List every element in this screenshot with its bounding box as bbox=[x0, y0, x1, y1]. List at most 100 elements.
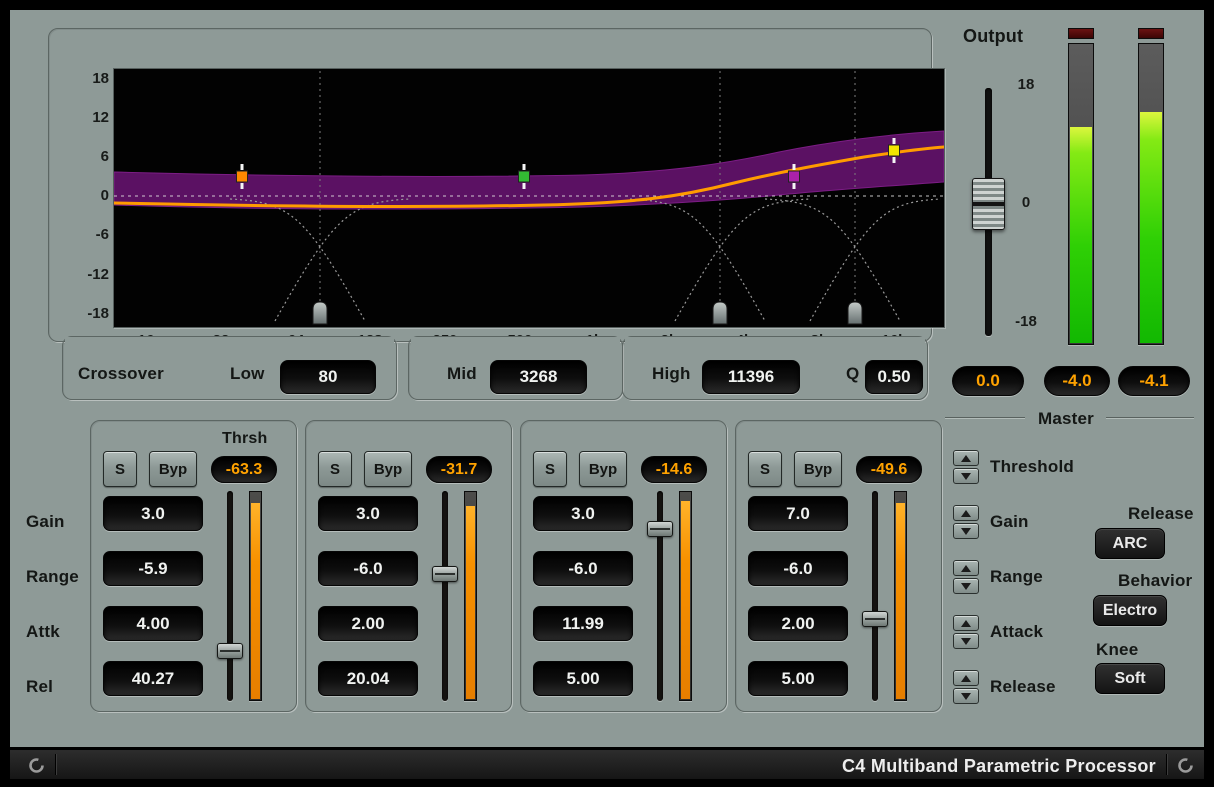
band-4-attack-value[interactable]: 2.00 bbox=[748, 606, 848, 641]
band-3-release-value[interactable]: 5.00 bbox=[533, 661, 633, 696]
slider-track bbox=[442, 491, 448, 701]
crossover-q-value[interactable]: 0.50 bbox=[865, 360, 923, 394]
frequency-response-plot[interactable] bbox=[114, 69, 944, 327]
master-release-stepper-label: Release bbox=[990, 677, 1056, 697]
stepper-up-button[interactable] bbox=[953, 670, 979, 686]
band-2-threshold-handle[interactable] bbox=[432, 566, 458, 582]
y-tick: 6 bbox=[101, 148, 109, 166]
band-1-release-value[interactable]: 40.27 bbox=[103, 661, 203, 696]
attack-row-label: Attk bbox=[26, 622, 60, 642]
stepper-down-button[interactable] bbox=[953, 578, 979, 594]
crossover-low-value[interactable]: 80 bbox=[280, 360, 376, 394]
master-attack-stepper[interactable] bbox=[953, 615, 979, 649]
crossover-section-label: Crossover bbox=[78, 364, 164, 384]
band-2-release-value[interactable]: 20.04 bbox=[318, 661, 418, 696]
fader-scale-tick: -18 bbox=[1006, 313, 1046, 330]
band-4-range-value[interactable]: -6.0 bbox=[748, 551, 848, 586]
crossover-mid-value[interactable]: 3268 bbox=[490, 360, 587, 394]
crossover-high-label: High bbox=[652, 364, 691, 384]
band-1-solo-button[interactable]: S bbox=[103, 451, 137, 487]
band-3-threshold-display[interactable]: -14.6 bbox=[641, 456, 707, 483]
band-4-gain-value[interactable]: 7.0 bbox=[748, 496, 848, 531]
output-gain-readout[interactable]: 0.0 bbox=[952, 366, 1024, 396]
right-meter-clip-led[interactable] bbox=[1138, 28, 1164, 39]
master-gain-stepper[interactable] bbox=[953, 505, 979, 539]
band-1-gain-value[interactable]: 3.0 bbox=[103, 496, 203, 531]
master-threshold-stepper[interactable] bbox=[953, 450, 979, 484]
band-1-threshold-slider[interactable] bbox=[215, 491, 245, 701]
band-2-range-value[interactable]: -6.0 bbox=[318, 551, 418, 586]
band-2-threshold-display[interactable]: -31.7 bbox=[426, 456, 492, 483]
stepper-down-button[interactable] bbox=[953, 468, 979, 484]
release-mode-label: Release bbox=[1128, 504, 1194, 524]
y-tick: -6 bbox=[96, 226, 109, 244]
y-tick: 12 bbox=[92, 109, 109, 127]
band-1-strip: S Byp -63.3 3.0 -5.9 4.00 40.27 bbox=[90, 420, 297, 712]
crossover-high-value[interactable]: 11396 bbox=[702, 360, 800, 394]
band-4-threshold-slider[interactable] bbox=[860, 491, 890, 701]
stepper-up-button[interactable] bbox=[953, 560, 979, 576]
master-range-stepper[interactable] bbox=[953, 560, 979, 594]
knee-label: Knee bbox=[1096, 640, 1138, 660]
band-4-level-meter-fill bbox=[896, 503, 905, 699]
plugin-window: 18 12 6 0 -6 -12 -18 bbox=[0, 0, 1214, 787]
behavior-button[interactable]: Electro bbox=[1093, 595, 1167, 626]
band-2-solo-button[interactable]: S bbox=[318, 451, 352, 487]
crossover-handle-low[interactable] bbox=[313, 302, 327, 324]
stepper-down-button[interactable] bbox=[953, 688, 979, 704]
band-2-gain-value[interactable]: 3.0 bbox=[318, 496, 418, 531]
y-tick: 18 bbox=[92, 70, 109, 88]
stepper-up-button[interactable] bbox=[953, 505, 979, 521]
band-3-range-value[interactable]: -6.0 bbox=[533, 551, 633, 586]
band-1-level-meter-fill bbox=[251, 503, 260, 699]
band-3-threshold-handle[interactable] bbox=[647, 521, 673, 537]
band-2-strip: S Byp -31.7 3.0 -6.0 2.00 20.04 bbox=[305, 420, 512, 712]
band-1-range-value[interactable]: -5.9 bbox=[103, 551, 203, 586]
stepper-up-button[interactable] bbox=[953, 615, 979, 631]
band-3-attack-value[interactable]: 11.99 bbox=[533, 606, 633, 641]
band-4-threshold-handle[interactable] bbox=[862, 611, 888, 627]
band-3-gain-value[interactable]: 3.0 bbox=[533, 496, 633, 531]
band-1-threshold-handle[interactable] bbox=[217, 643, 243, 659]
band-3-level-meter bbox=[679, 491, 692, 701]
stepper-down-button[interactable] bbox=[953, 523, 979, 539]
band-4-bypass-button[interactable]: Byp bbox=[794, 451, 842, 487]
knee-button[interactable]: Soft bbox=[1095, 663, 1165, 694]
band-4-solo-button[interactable]: S bbox=[748, 451, 782, 487]
band-3-threshold-slider[interactable] bbox=[645, 491, 675, 701]
master-divider-right bbox=[1106, 417, 1194, 419]
release-row-label: Rel bbox=[26, 677, 53, 697]
band-2-bypass-button[interactable]: Byp bbox=[364, 451, 412, 487]
crossover-handle-high[interactable] bbox=[848, 302, 862, 324]
slider-track bbox=[227, 491, 233, 701]
crossover-handle-mid[interactable] bbox=[713, 302, 727, 324]
stepper-up-button[interactable] bbox=[953, 450, 979, 466]
release-mode-button[interactable]: ARC bbox=[1095, 528, 1165, 559]
y-tick: -12 bbox=[87, 266, 109, 284]
master-release-stepper[interactable] bbox=[953, 670, 979, 704]
band-3-bypass-button[interactable]: Byp bbox=[579, 451, 627, 487]
band-2-threshold-slider[interactable] bbox=[430, 491, 460, 701]
stepper-down-button[interactable] bbox=[953, 633, 979, 649]
right-meter-readout[interactable]: -4.1 bbox=[1118, 366, 1190, 396]
left-meter-readout[interactable]: -4.0 bbox=[1044, 366, 1110, 396]
bottom-toolbar: C4 Multiband Parametric Processor bbox=[10, 749, 1204, 780]
band-1-level-meter bbox=[249, 491, 262, 701]
master-divider-left bbox=[945, 417, 1025, 419]
band-1-attack-value[interactable]: 4.00 bbox=[103, 606, 203, 641]
left-meter-clip-led[interactable] bbox=[1068, 28, 1094, 39]
band-4-release-value[interactable]: 5.00 bbox=[748, 661, 848, 696]
band-3-solo-button[interactable]: S bbox=[533, 451, 567, 487]
gain-row-label: Gain bbox=[26, 512, 65, 532]
band-4-threshold-display[interactable]: -49.6 bbox=[856, 456, 922, 483]
band-2-attack-value[interactable]: 2.00 bbox=[318, 606, 418, 641]
output-fader-handle[interactable] bbox=[972, 178, 1005, 230]
range-row-label: Range bbox=[26, 567, 79, 587]
band-1-threshold-display[interactable]: -63.3 bbox=[211, 456, 277, 483]
band-1-bypass-button[interactable]: Byp bbox=[149, 451, 197, 487]
output-section-label: Output bbox=[963, 26, 1023, 47]
toolbar-divider bbox=[1167, 754, 1168, 775]
band-3-strip: S Byp -14.6 3.0 -6.0 11.99 5.00 bbox=[520, 420, 727, 712]
waveform-menu-icon[interactable] bbox=[28, 757, 45, 774]
waveform-menu-icon-right[interactable] bbox=[1177, 757, 1194, 774]
